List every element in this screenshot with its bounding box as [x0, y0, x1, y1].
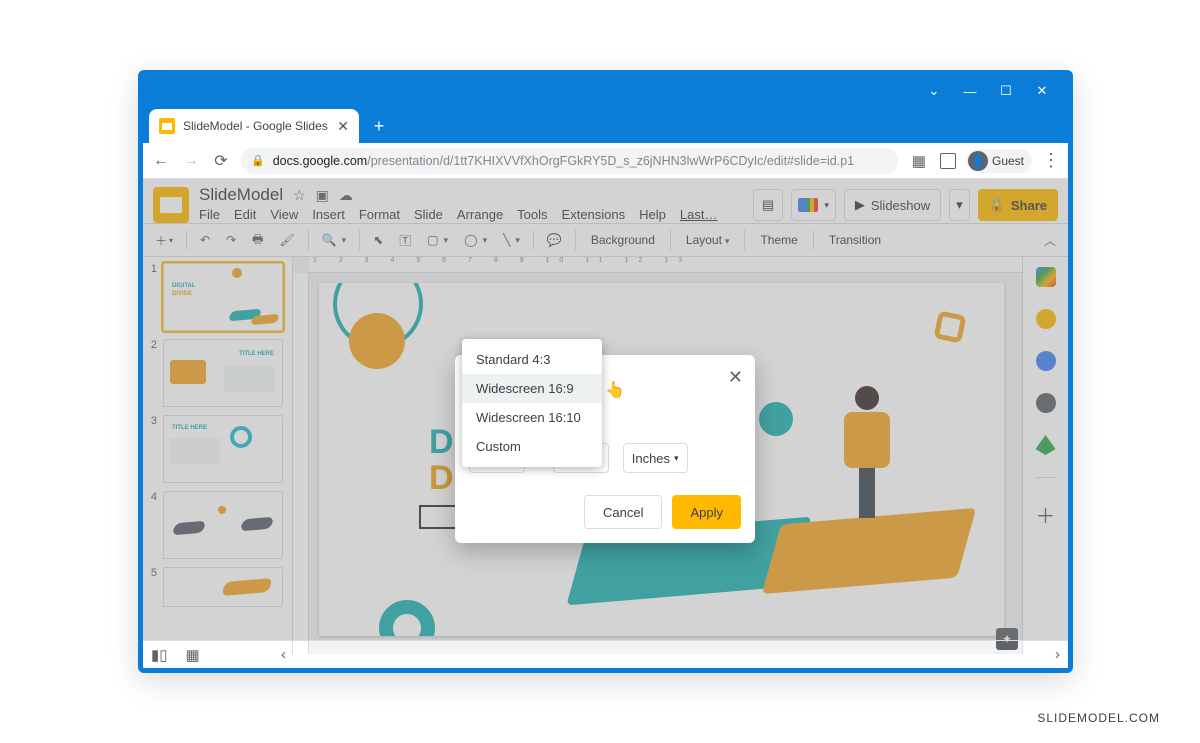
- browser-tab[interactable]: SlideModel - Google Slides ✕: [149, 109, 359, 143]
- footer-bar: ▮▯ ▦ ‹ ›: [143, 640, 1068, 668]
- apply-button[interactable]: Apply: [672, 495, 741, 529]
- dropdown-item-widescreen-16-10[interactable]: Widescreen 16:10: [462, 403, 602, 432]
- address-bar: ← → ⟳ 🔒 docs.google.com/presentation/d/1…: [143, 143, 1068, 179]
- browser-window: ⌄ — ☐ ✕ SlideModel - Google Slides ✕ + ←…: [138, 70, 1073, 673]
- dropdown-item-widescreen-16-9[interactable]: Widescreen 16:9: [462, 374, 602, 403]
- watermark: SLIDEMODEL.COM: [1037, 711, 1160, 725]
- lock-icon: 🔒: [251, 154, 265, 167]
- side-panel-toggle-icon[interactable]: ›: [1055, 646, 1060, 663]
- chevron-down-icon[interactable]: ⌄: [916, 77, 952, 105]
- profile-chip[interactable]: 👤 Guest: [966, 149, 1032, 173]
- dropdown-item-custom[interactable]: Custom: [462, 432, 602, 461]
- slides-favicon-icon: [159, 118, 175, 134]
- close-tab-icon[interactable]: ✕: [337, 118, 349, 135]
- google-slides-app: SlideModel ☆ ▣ ☁ File Edit View Insert F…: [143, 179, 1068, 668]
- url-text: docs.google.com/presentation/d/1tt7KHIXV…: [273, 154, 854, 168]
- url-field[interactable]: 🔒 docs.google.com/presentation/d/1tt7KHI…: [241, 148, 898, 174]
- new-tab-button[interactable]: +: [365, 112, 393, 140]
- browser-menu-icon[interactable]: ⋮: [1042, 150, 1060, 171]
- cancel-button[interactable]: Cancel: [584, 495, 662, 529]
- hide-panel-icon[interactable]: ‹: [281, 646, 286, 663]
- tab-strip: SlideModel - Google Slides ✕ +: [143, 107, 1068, 143]
- back-icon[interactable]: ←: [151, 152, 171, 170]
- forward-icon[interactable]: →: [181, 152, 201, 170]
- close-window-button[interactable]: ✕: [1024, 77, 1060, 105]
- aspect-ratio-dropdown: Standard 4:3 Widescreen 16:9 Widescreen …: [462, 339, 602, 467]
- close-dialog-icon[interactable]: ✕: [728, 367, 743, 388]
- reload-icon[interactable]: ⟳: [211, 151, 231, 171]
- avatar-icon: 👤: [968, 151, 988, 171]
- unit-select[interactable]: Inches▾: [623, 443, 688, 473]
- profile-label: Guest: [992, 154, 1024, 168]
- cursor-icon: 👆: [605, 380, 625, 400]
- filmstrip-icon[interactable]: ▮▯: [151, 646, 168, 664]
- dropdown-item-standard[interactable]: Standard 4:3: [462, 345, 602, 374]
- translate-icon[interactable]: ▦: [908, 150, 930, 172]
- install-icon[interactable]: [940, 153, 956, 169]
- window-titlebar: ⌄ — ☐ ✕: [143, 75, 1068, 107]
- grid-view-icon[interactable]: ▦: [186, 646, 200, 664]
- minimize-button[interactable]: —: [952, 77, 988, 105]
- tab-title: SlideModel - Google Slides: [183, 119, 329, 133]
- maximize-button[interactable]: ☐: [988, 77, 1024, 105]
